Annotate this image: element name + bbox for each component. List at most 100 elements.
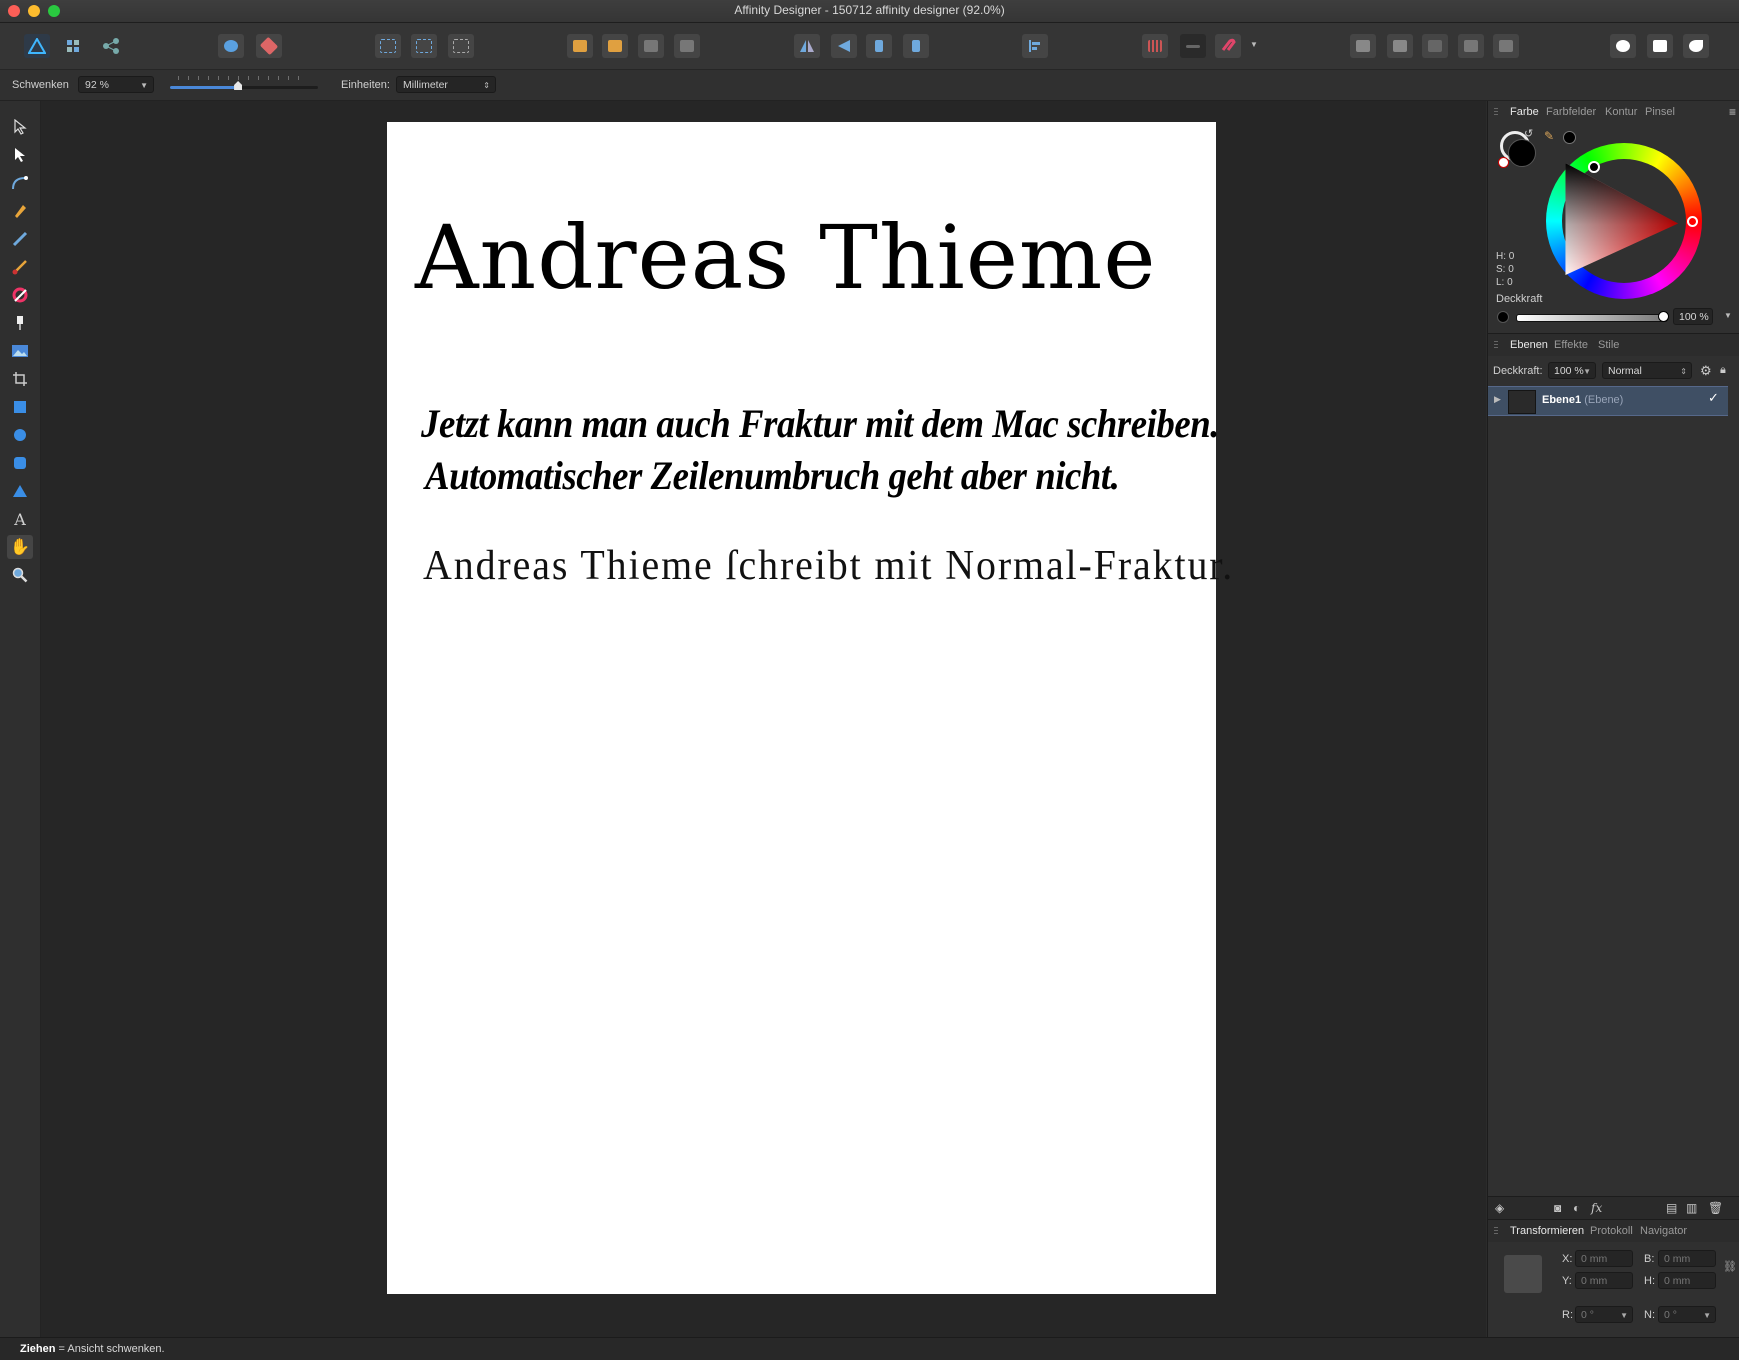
pixel-persona-icon[interactable] [60,34,86,58]
snapping-dropdown-icon[interactable]: ▼ [1250,40,1258,49]
flip-vertical-icon[interactable] [831,34,857,58]
tab-protokoll[interactable]: Protokoll [1590,1225,1633,1237]
y-field[interactable]: 0 mm [1575,1272,1633,1289]
layer-opacity-field[interactable]: 100 % ▼ [1548,362,1596,379]
crop-tool-icon[interactable] [7,367,33,391]
document-title-text[interactable]: Andreas Thieme [415,206,1156,309]
pen-tool-icon[interactable] [7,199,33,223]
boolean-intersect-icon[interactable] [1422,34,1448,58]
insert-inside-icon[interactable] [1610,34,1636,58]
shear-field[interactable]: 0 ° ▼ [1658,1306,1716,1323]
layer-visibility-checkbox[interactable]: ✓ [1708,390,1719,406]
layer-lock-icon[interactable]: 🔒︎ [1720,364,1726,377]
blend-mode-select[interactable]: Normal ⇕ [1602,362,1692,379]
boolean-xor-icon[interactable] [1458,34,1484,58]
color-opacity-thumb[interactable] [1658,311,1669,322]
boolean-subtract-icon[interactable] [1387,34,1413,58]
hand-tool-icon[interactable]: ✋ [7,535,33,559]
place-image-tool-icon[interactable] [7,339,33,363]
select-transform-icon[interactable] [448,34,474,58]
tab-pinsel[interactable]: Pinsel [1645,106,1675,118]
corner-tool-icon[interactable] [7,171,33,195]
picked-color-swatch[interactable] [1563,131,1576,144]
insert-front-icon[interactable] [1683,34,1709,58]
swap-colors-icon[interactable]: ↺ [1524,127,1533,140]
move-to-front-icon[interactable] [674,34,700,58]
color-opacity-slider[interactable] [1516,314,1668,322]
delete-layer-icon[interactable]: 🗑︎ [1708,1201,1723,1215]
fill-color-swatch[interactable] [1508,139,1536,167]
node-tool-icon[interactable] [7,143,33,167]
adjustment-icon[interactable]: ◐ [1573,1201,1580,1215]
tab-navigator[interactable]: Navigator [1640,1225,1687,1237]
triangle-tool-icon[interactable] [7,479,33,503]
brush-tool-icon[interactable] [7,255,33,279]
move-back-one-icon[interactable] [602,34,628,58]
panel-menu-icon[interactable]: ≡ [1729,105,1736,119]
add-layer-icon[interactable]: ▤ [1666,1201,1677,1215]
tab-farbe[interactable]: Farbe [1506,101,1543,124]
move-forward-one-icon[interactable] [638,34,664,58]
fraktur-text-line-2[interactable]: Automatischer Zeilenumbruch geht aber ni… [425,452,1120,499]
snapping-settings-icon[interactable] [256,34,282,58]
panel-grip-icon[interactable] [1494,1227,1498,1235]
x-field[interactable]: 0 mm [1575,1250,1633,1267]
width-field[interactable]: 0 mm [1658,1250,1716,1267]
flip-horizontal-icon[interactable] [794,34,820,58]
duplicate-layer-icon[interactable]: ▥ [1686,1201,1697,1215]
rotation-field[interactable]: 0 ° ▼ [1575,1306,1633,1323]
no-fill-icon[interactable] [1498,157,1509,168]
rotate-right-icon[interactable] [903,34,929,58]
fx-effects-icon[interactable]: fx [1591,1201,1602,1215]
anchor-point-selector[interactable] [1504,1255,1542,1293]
insert-behind-icon[interactable] [1647,34,1673,58]
color-opacity-field[interactable]: 100 % [1673,308,1713,325]
normal-fraktur-text[interactable]: Andreas Thieme ſchreibt mit Normal-Frakt… [423,542,1234,590]
move-to-back-icon[interactable] [567,34,593,58]
tab-farbfelder[interactable]: Farbfelder [1546,106,1596,118]
layers-stack-icon[interactable]: ◈ [1495,1201,1504,1215]
document-page[interactable]: Andreas Thieme Jetzt kann man auch Frakt… [387,122,1232,1294]
height-field[interactable]: 0 mm [1658,1272,1716,1289]
rotate-left-icon[interactable] [866,34,892,58]
link-proportions-icon[interactable]: ⛓︎ [1723,1260,1737,1273]
assistant-icon[interactable] [218,34,244,58]
boolean-divide-icon[interactable] [1493,34,1519,58]
tab-effekte[interactable]: Effekte [1554,339,1588,351]
canvas-area[interactable]: Andreas Thieme Jetzt kann man auch Frakt… [41,101,1486,1337]
tab-ebenen[interactable]: Ebenen [1506,334,1552,357]
rounded-rectangle-tool-icon[interactable] [7,451,33,475]
boolean-add-icon[interactable] [1350,34,1376,58]
zoom-tool-icon[interactable] [7,563,33,587]
hue-picker-handle[interactable] [1687,216,1698,227]
align-left-icon[interactable] [1022,34,1048,58]
rectangle-tool-icon[interactable] [7,395,33,419]
panel-grip-icon[interactable] [1494,108,1498,116]
tab-transformieren[interactable]: Transformieren [1505,1220,1589,1243]
zoom-slider[interactable] [170,81,318,90]
eyedropper-icon[interactable]: ✎ [1544,129,1554,143]
expand-layer-icon[interactable]: ▶ [1494,394,1501,405]
magnet-snapping-icon[interactable] [1215,34,1241,58]
grid-icon[interactable] [1142,34,1168,58]
snapping-toggle-icon[interactable] [1180,34,1206,58]
select-all-icon[interactable] [375,34,401,58]
zoom-field[interactable]: 92 % ▼ [78,76,154,93]
add-mask-icon[interactable]: ◙ [1554,1201,1561,1215]
fraktur-text-line-1[interactable]: Jetzt kann man auch Fraktur mit dem Mac … [421,400,1219,447]
panel-grip-icon[interactable] [1494,341,1498,349]
shear-dropdown-icon[interactable]: ▼ [1703,1307,1711,1324]
export-persona-icon[interactable] [98,34,124,58]
layer-row[interactable]: ▶ Ebene1 (Ebene) ✓ [1488,386,1728,416]
layer-settings-gear-icon[interactable]: ⚙ [1700,363,1712,379]
move-tool-icon[interactable] [7,115,33,139]
zoom-dropdown-icon[interactable]: ▼ [140,77,148,94]
transparency-tool-icon[interactable] [7,311,33,335]
triangle-picker-handle[interactable] [1588,161,1600,173]
tab-kontur[interactable]: Kontur [1605,106,1637,118]
ellipse-tool-icon[interactable] [7,423,33,447]
tab-stile[interactable]: Stile [1598,339,1619,351]
text-tool-icon[interactable]: A [7,507,33,531]
color-opacity-dropdown-icon[interactable]: ▼ [1724,311,1732,320]
select-inside-icon[interactable] [411,34,437,58]
